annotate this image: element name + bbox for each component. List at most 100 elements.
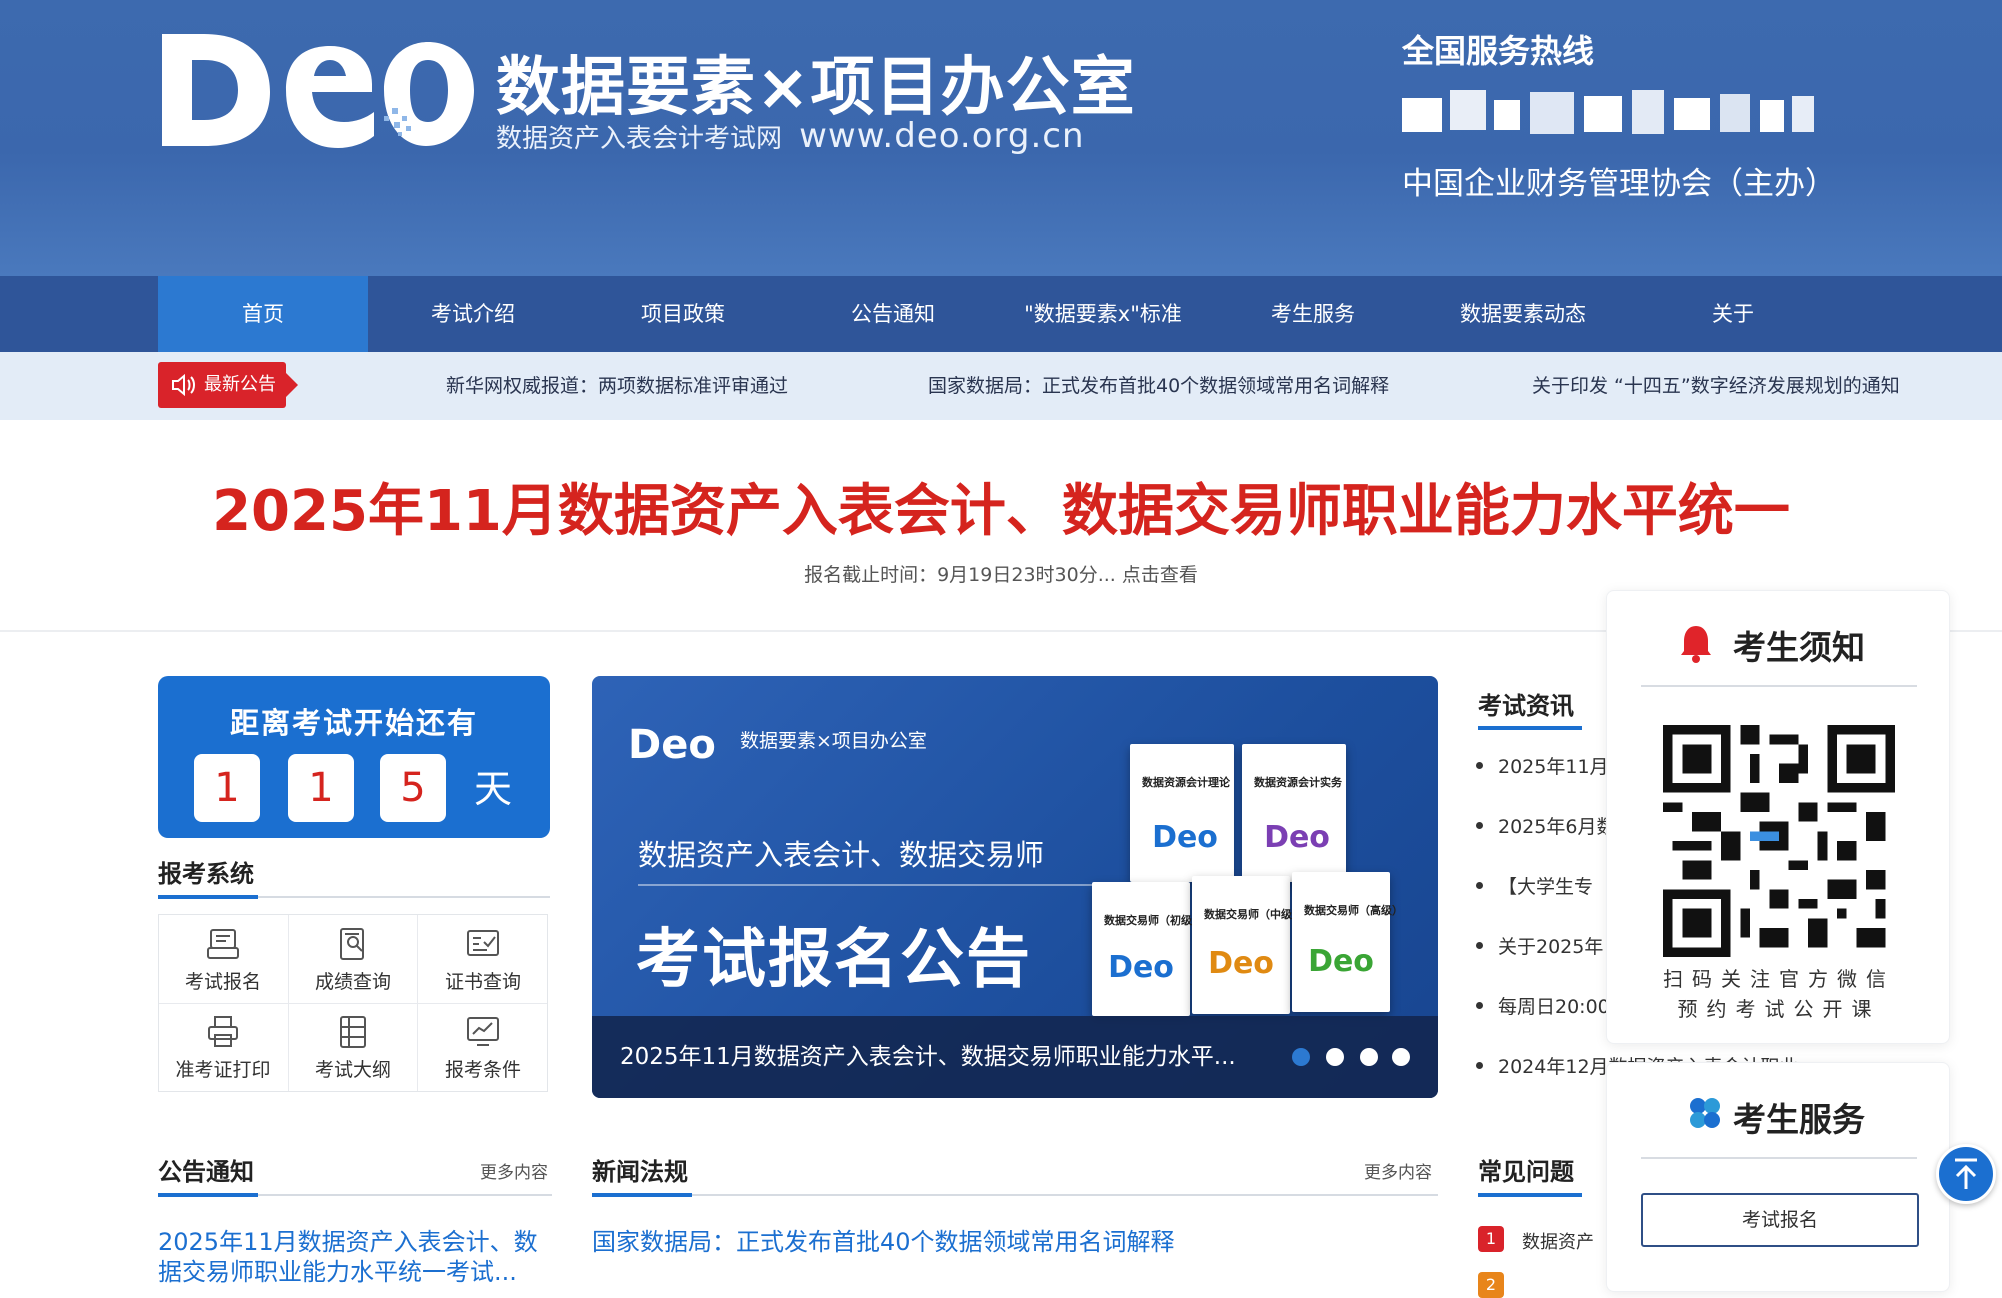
exam-news-item[interactable]: 每周日20:00 [1476, 992, 1610, 1019]
carousel-dot[interactable] [1360, 1048, 1378, 1066]
announcement-ticker: 最新公告 新华网权威报道：两项数据标准评审通过 国家数据局：正式发布首批40个数… [0, 352, 2002, 420]
section-underline-accent [1478, 726, 1582, 730]
section-underline [592, 1194, 1438, 1196]
countdown-digit: 1 [288, 754, 354, 822]
hotline-label: 全国服务热线 [1402, 32, 1595, 70]
nav-policy[interactable]: 项目政策 [578, 276, 788, 352]
exam-news-title: 考试资讯 [1478, 692, 1574, 720]
wechat-qr-code[interactable] [1659, 725, 1899, 957]
exam-countdown: 距离考试开始还有 1 1 5 天 [158, 676, 550, 838]
book-cover: 数据交易师（高级） Deo [1292, 872, 1403, 1012]
certificate-query-button[interactable]: 证书查询 [419, 915, 547, 1003]
news-item[interactable]: 国家数据局：正式发布首批40个数据领域常用名词解释 [592, 1222, 1175, 1257]
printer-icon [208, 1016, 238, 1047]
panel-rule [1641, 685, 1917, 687]
notice-more-link[interactable]: 更多内容 [480, 1158, 548, 1183]
hotline-number-redacted [1402, 90, 1814, 134]
carousel-dot[interactable] [1292, 1048, 1310, 1066]
book-cover: 数据资源会计理论 Deo [1130, 744, 1234, 882]
book-logo: Deo [1208, 946, 1274, 981]
nav-standards[interactable]: "数据要素x"标准 [998, 276, 1208, 352]
view-details-link[interactable]: 点击查看 [1122, 564, 1198, 586]
registration-grid: 考试报名 成绩查询 证书查询 准考证打印 考试大纲 报考条件 [158, 914, 548, 1092]
deo-logo-icon[interactable] [158, 28, 476, 152]
book-title: 数据交易师（初级） [1104, 914, 1203, 927]
faq-item[interactable]: 数据资产 [1522, 1228, 1594, 1254]
headline-title[interactable]: 2025年11月数据资产入表会计、数据交易师职业能力水平统一 [0, 466, 2002, 547]
certificate-icon [467, 930, 499, 956]
service-exam-registration-button[interactable]: 考试报名 [1641, 1193, 1919, 1247]
hero-banner[interactable]: Deo 数据要素×项目办公室 数据资产入表会计、数据交易师 考试报名公告 数据资… [592, 676, 1438, 1098]
back-to-top-button[interactable] [1936, 1144, 1996, 1204]
exam-news-item[interactable]: 2025年11月 [1476, 752, 1609, 779]
book-cover: 数据资源会计实务 Deo [1242, 744, 1346, 882]
banner-rule [638, 884, 1098, 886]
admission-ticket-print-button[interactable]: 准考证打印 [159, 1003, 287, 1091]
exam-news-item[interactable]: 关于2025年 [1475, 932, 1603, 959]
book-logo: Deo [1264, 820, 1330, 855]
nav-home[interactable]: 首页 [158, 276, 368, 352]
section-underline-accent [158, 1193, 258, 1197]
book-title: 数据交易师（高级） [1304, 904, 1403, 917]
banner-logo: Deo [628, 722, 716, 768]
badge-label: 最新公告 [204, 374, 276, 395]
nav-exam-intro[interactable]: 考试介绍 [368, 276, 578, 352]
news-title: 新闻法规 [592, 1158, 688, 1186]
book-title: 数据资源会计实务 [1254, 776, 1342, 789]
nav-candidate-services[interactable]: 考生服务 [1208, 276, 1418, 352]
banner-subtitle: 数据资产入表会计、数据交易师 [638, 838, 1045, 872]
main-nav: 首页 考试介绍 项目政策 公告通知 "数据要素x"标准 考生服务 数据要素动态 … [0, 276, 2002, 352]
site-url: www.deo.org.cn [799, 116, 1085, 156]
faq-title: 常见问题 [1478, 1158, 1574, 1186]
organizer-text: 中国企业财务管理协会（主办） [1402, 166, 1836, 202]
exam-registration-button[interactable]: 考试报名 [159, 915, 287, 1003]
banner-caption[interactable]: 2025年11月数据资产入表会计、数据交易师职业能力水平... [620, 1016, 1236, 1098]
site-title: 数据要素×项目办公室 [496, 51, 1136, 125]
ticker-item[interactable]: 国家数据局：正式发布首批40个数据领域常用名词解释 [928, 352, 1389, 420]
site-header: 数据要素×项目办公室 数据资产入表会计考试网 www.deo.org.cn 全国… [0, 0, 2002, 276]
exam-news-item[interactable]: 【大学生专 [1475, 872, 1593, 899]
book-cover: 数据交易师（初级） Deo [1092, 882, 1203, 1016]
site-subtitle: 数据资产入表会计考试网 www.deo.org.cn [496, 116, 1085, 156]
carousel-dot[interactable] [1326, 1048, 1344, 1066]
candidate-notice-title: 考生须知 [1733, 628, 1865, 667]
countdown-title: 距离考试开始还有 [229, 706, 478, 740]
book-title: 数据交易师（中级） [1204, 908, 1303, 921]
book-logo: Deo [1108, 950, 1174, 985]
registration-system-title: 报考系统 [158, 860, 254, 888]
form-icon [207, 929, 239, 959]
banner-logo-title: 数据要素×项目办公室 [740, 730, 927, 752]
countdown-unit: 天 [474, 767, 513, 811]
banner-caption-bar: 2025年11月数据资产入表会计、数据交易师职业能力水平... [592, 1016, 1438, 1098]
book-cover: 数据交易师（中级） Deo [1192, 876, 1303, 1014]
notice-item[interactable]: 据交易师职业能力水平统一考试... [158, 1252, 517, 1287]
deadline-text: 报名截止时间：9月19日23时30分... [804, 564, 1116, 586]
score-query-button[interactable]: 成绩查询 [289, 915, 417, 1003]
nav-about[interactable]: 关于 [1628, 276, 1838, 352]
arrow-up-icon [1955, 1158, 1977, 1189]
qr-caption-line: 扫码关注官方微信 [1663, 967, 1895, 991]
section-underline-accent [158, 895, 258, 899]
candidate-services-title: 考生服务 [1733, 1100, 1865, 1139]
registration-requirements-button[interactable]: 报考条件 [419, 1003, 547, 1091]
nav-data-news[interactable]: 数据要素动态 [1418, 276, 1628, 352]
candidate-notice-panel: 考生须知 扫码关注官方微信 预约考试公开课 [1606, 590, 1950, 1044]
candidate-services-panel: 考生服务 考试报名 [1606, 1062, 1950, 1292]
chart-icon [467, 1017, 499, 1046]
exam-outline-button[interactable]: 考试大纲 [289, 1003, 417, 1091]
notice-title: 公告通知 [158, 1158, 254, 1186]
book-logo: Deo [1308, 944, 1374, 979]
nav-announcements[interactable]: 公告通知 [788, 276, 998, 352]
ticker-item[interactable]: 新华网权威报道：两项数据标准评审通过 [446, 352, 788, 420]
section-underline-accent [592, 1193, 692, 1197]
news-more-link[interactable]: 更多内容 [1364, 1158, 1432, 1183]
countdown-digit: 1 [194, 754, 260, 822]
qr-caption-line: 预约考试公开课 [1677, 997, 1881, 1021]
carousel-dot[interactable] [1392, 1048, 1410, 1066]
ticker-item[interactable]: 关于印发 “十四五”数字经济发展规划的通知 [1532, 352, 1900, 420]
book-logo: Deo [1152, 820, 1218, 855]
exam-news-item[interactable]: 2025年6月数 [1475, 812, 1615, 839]
speaker-icon [172, 373, 195, 397]
faq-rank-badge: 1 [1478, 1226, 1504, 1252]
cell-label: 考试报名 [184, 971, 261, 993]
